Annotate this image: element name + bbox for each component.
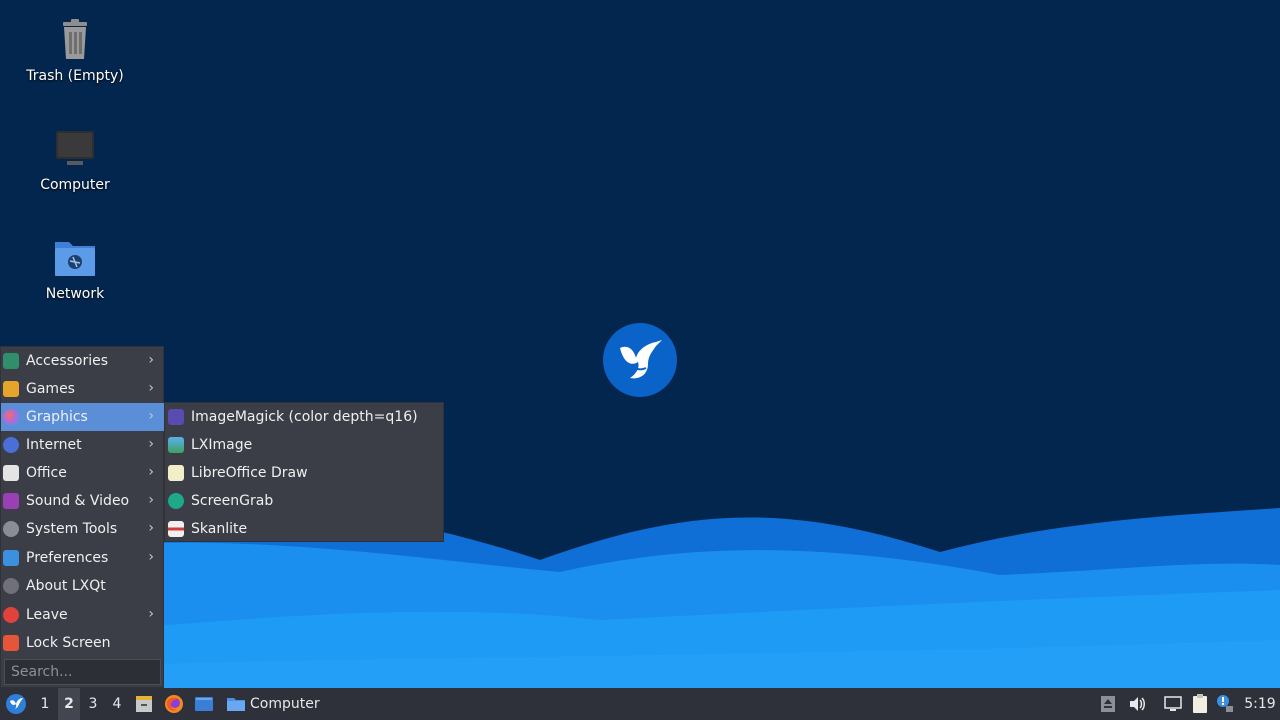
desktop-switch-4[interactable]: 4 (106, 688, 128, 720)
taskbar-window-computer[interactable]: Computer (222, 688, 320, 720)
desktop-icon (195, 697, 213, 711)
chevron-right-icon: › (148, 352, 154, 368)
chevron-right-icon: › (148, 492, 154, 508)
submenu-item-skanlite[interactable]: Skanlite (165, 515, 443, 543)
application-menu: Accessories › Games › Graphics › Interne… (0, 346, 164, 688)
desktop-switch-3[interactable]: 3 (82, 688, 104, 720)
imagemagick-icon (168, 409, 184, 425)
submenu-item-screengrab[interactable]: ScreenGrab (165, 487, 443, 515)
screengrab-icon (168, 493, 184, 509)
submenu-item-libreoffice-draw[interactable]: LibreOffice Draw (165, 459, 443, 487)
taskbar-window-title: Computer (250, 696, 320, 712)
desktop-icon-label: Network (45, 286, 105, 302)
internet-icon (3, 437, 19, 453)
network-icon (1164, 696, 1182, 711)
volume-icon (1130, 697, 1145, 711)
chevron-right-icon: › (148, 408, 154, 424)
menu-item-label: Accessories (26, 353, 109, 369)
menu-item-preferences[interactable]: Preferences › (1, 544, 164, 572)
eject-button[interactable] (1097, 688, 1119, 720)
accessories-icon (3, 353, 19, 369)
menu-item-lock-screen[interactable]: Lock Screen (1, 629, 164, 657)
show-desktop-button[interactable] (192, 688, 216, 720)
menu-item-games[interactable]: Games › (1, 375, 164, 403)
taskbar: 1 2 3 4 Computer 5:19 (0, 688, 1280, 720)
leave-icon (3, 607, 19, 623)
lubuntu-logo-icon (603, 323, 677, 397)
menu-item-label: Games (26, 381, 75, 397)
volume-button[interactable] (1125, 688, 1149, 720)
preferences-icon (3, 550, 19, 566)
folder-icon (227, 698, 245, 711)
chevron-right-icon: › (148, 464, 154, 480)
submenu-item-label: ImageMagick (color depth=q16) (191, 409, 418, 425)
update-notification-icon (1217, 695, 1233, 712)
desktop-icon-label: Trash (Empty) (26, 68, 124, 84)
menu-search-input[interactable] (4, 659, 161, 685)
menu-item-label: Leave (26, 607, 68, 623)
menu-item-label: Lock Screen (26, 635, 111, 651)
menu-item-label: Office (26, 465, 67, 481)
menu-item-system-tools[interactable]: System Tools › (1, 515, 164, 543)
network-folder-icon (51, 234, 99, 282)
system-tools-icon (3, 521, 19, 537)
menu-item-office[interactable]: Office › (1, 459, 164, 487)
desktop-icon-network[interactable]: Network (15, 234, 135, 302)
menu-item-label: Graphics (26, 409, 88, 425)
clipboard-button[interactable] (1188, 688, 1212, 720)
chevron-right-icon: › (148, 520, 154, 536)
submenu-item-label: Skanlite (191, 521, 248, 537)
clipboard-icon (1193, 694, 1207, 713)
submenu-item-label: LXImage (191, 437, 253, 453)
menu-item-sound-video[interactable]: Sound & Video › (1, 487, 164, 515)
graphics-submenu: ImageMagick (color depth=q16) LXImage Li… (164, 402, 444, 542)
sound-video-icon (3, 493, 19, 509)
trash-icon (51, 16, 99, 64)
menu-item-label: About LXQt (26, 578, 106, 594)
games-icon (3, 381, 19, 397)
file-manager-launcher[interactable] (132, 688, 156, 720)
desktop-switch-1[interactable]: 1 (34, 688, 56, 720)
submenu-item-label: LibreOffice Draw (191, 465, 308, 481)
menu-item-label: Sound & Video (26, 493, 130, 509)
submenu-item-label: ScreenGrab (191, 493, 274, 509)
menu-item-label: Preferences (26, 550, 109, 566)
submenu-item-lximage[interactable]: LXImage (165, 431, 443, 459)
chevron-right-icon: › (148, 549, 154, 565)
menu-item-label: System Tools (26, 521, 118, 537)
chevron-right-icon: › (148, 606, 154, 622)
lximage-icon (168, 437, 184, 453)
menu-item-label: Internet (26, 437, 82, 453)
menu-item-accessories[interactable]: Accessories › (1, 347, 164, 375)
chevron-right-icon: › (148, 436, 154, 452)
firefox-launcher[interactable] (162, 688, 186, 720)
desktop-icon-trash[interactable]: Trash (Empty) (15, 16, 135, 84)
menu-item-graphics[interactable]: Graphics › (1, 403, 164, 431)
office-icon (3, 465, 19, 481)
lubuntu-menu-icon (6, 694, 26, 714)
menu-item-about-lxqt[interactable]: About LXQt (1, 572, 164, 600)
about-icon (3, 578, 19, 594)
update-notifier-button[interactable] (1214, 688, 1236, 720)
chevron-right-icon: › (148, 380, 154, 396)
graphics-icon (3, 409, 19, 425)
skanlite-icon (168, 521, 184, 537)
firefox-icon (165, 695, 183, 713)
menu-item-internet[interactable]: Internet › (1, 431, 164, 459)
desktop-icon-label: Computer (40, 177, 110, 193)
file-manager-icon (136, 696, 152, 712)
main-menu-button[interactable] (2, 688, 30, 720)
network-button[interactable] (1161, 688, 1185, 720)
menu-item-leave[interactable]: Leave › (1, 601, 164, 629)
desktop-icon-computer[interactable]: Computer (15, 125, 135, 193)
eject-icon (1101, 696, 1115, 712)
submenu-item-imagemagick[interactable]: ImageMagick (color depth=q16) (165, 403, 443, 431)
clock[interactable]: 5:19 (1240, 688, 1280, 720)
computer-icon (51, 125, 99, 173)
lock-icon (3, 635, 19, 651)
libreoffice-draw-icon (168, 465, 184, 481)
desktop-switch-2[interactable]: 2 (58, 688, 80, 720)
